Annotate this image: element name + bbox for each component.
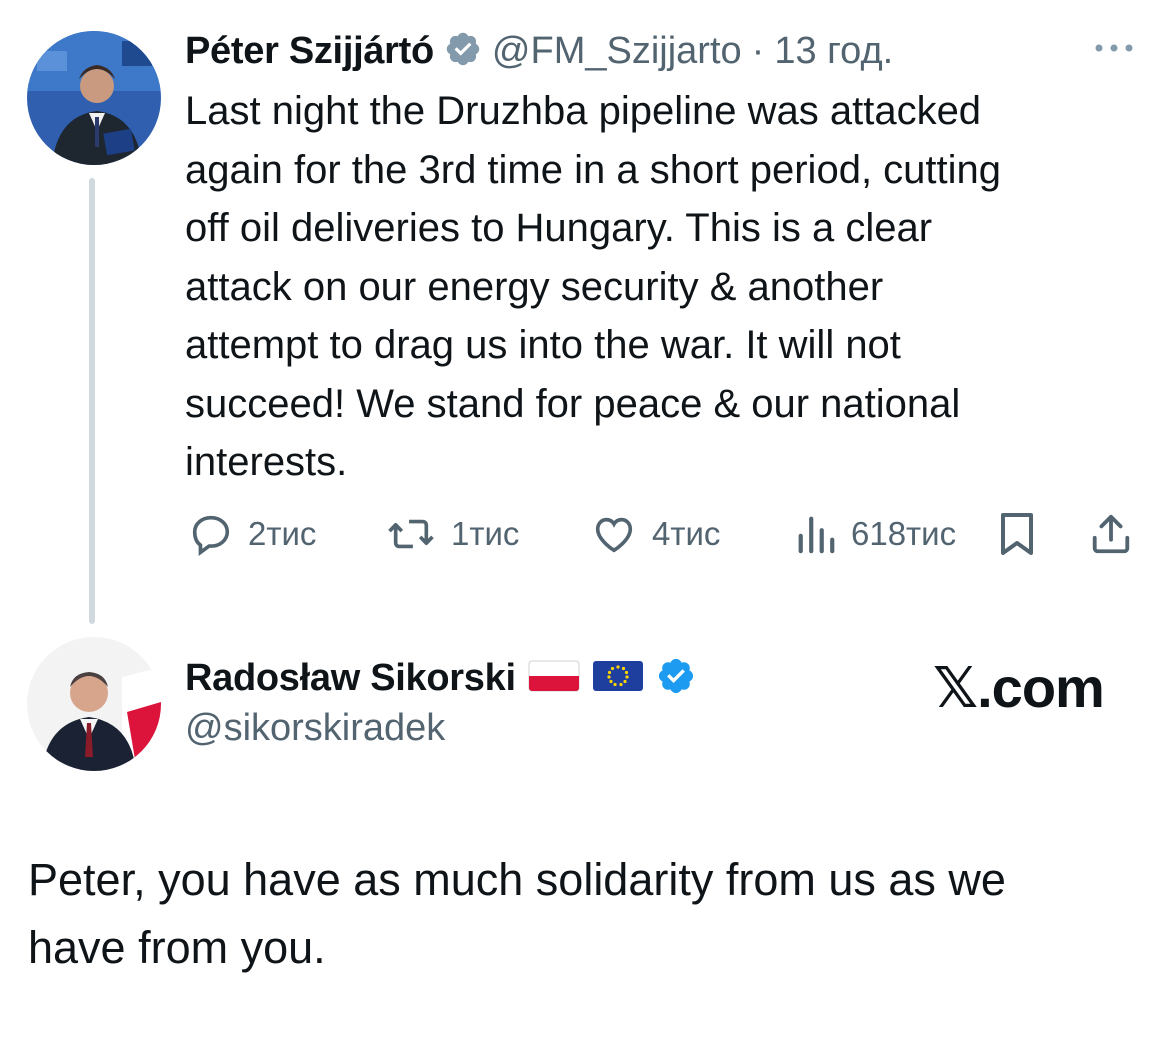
like-icon — [590, 511, 638, 557]
reply-author-handle[interactable]: @sikorskiradek — [185, 707, 445, 750]
repost-button[interactable]: 1тис — [385, 508, 519, 560]
reply-icon — [188, 511, 234, 557]
views-icon — [795, 511, 837, 557]
verified-badge-icon — [656, 656, 696, 701]
x-com-watermark: 𝕏.com — [933, 656, 1105, 719]
avatar-radoslaw-sikorski[interactable] — [27, 637, 161, 771]
more-icon[interactable] — [1093, 38, 1137, 63]
share-button[interactable] — [1088, 508, 1134, 560]
tweet-header: Péter Szijjártó @FM_Szijjarto · 13 год. — [185, 28, 893, 74]
tweet-time[interactable]: 13 год. — [774, 30, 893, 73]
views-count: 618тис — [851, 515, 957, 552]
thread-line — [89, 178, 95, 624]
reply-header: Radosław Sikorski — [185, 652, 696, 704]
like-count: 4тис — [652, 515, 721, 552]
poland-flag-icon — [528, 658, 580, 699]
reply-author-name[interactable]: Radosław Sikorski — [185, 657, 516, 700]
author-name[interactable]: Péter Szijjártó — [185, 30, 434, 73]
tweet-text: Last night the Druzhba pipeline was atta… — [185, 89, 1002, 484]
header-separator: · — [751, 29, 765, 72]
views-button[interactable]: 618тис — [795, 508, 956, 560]
avatar-peter-szijjarto[interactable] — [27, 31, 161, 165]
reply-text: Peter, you have as much solidarity from … — [28, 854, 1006, 973]
reply-button[interactable]: 2тис — [188, 508, 316, 560]
repost-icon — [385, 511, 437, 557]
share-icon — [1088, 510, 1134, 558]
bookmark-icon — [996, 510, 1038, 558]
like-button[interactable]: 4тис — [590, 508, 720, 560]
author-handle[interactable]: @FM_Szijjarto — [492, 30, 742, 73]
bookmark-button[interactable] — [996, 508, 1038, 560]
repost-count: 1тис — [451, 515, 520, 552]
eu-flag-icon — [592, 658, 644, 699]
verified-badge-icon — [444, 30, 482, 73]
reply-count: 2тис — [248, 515, 317, 552]
